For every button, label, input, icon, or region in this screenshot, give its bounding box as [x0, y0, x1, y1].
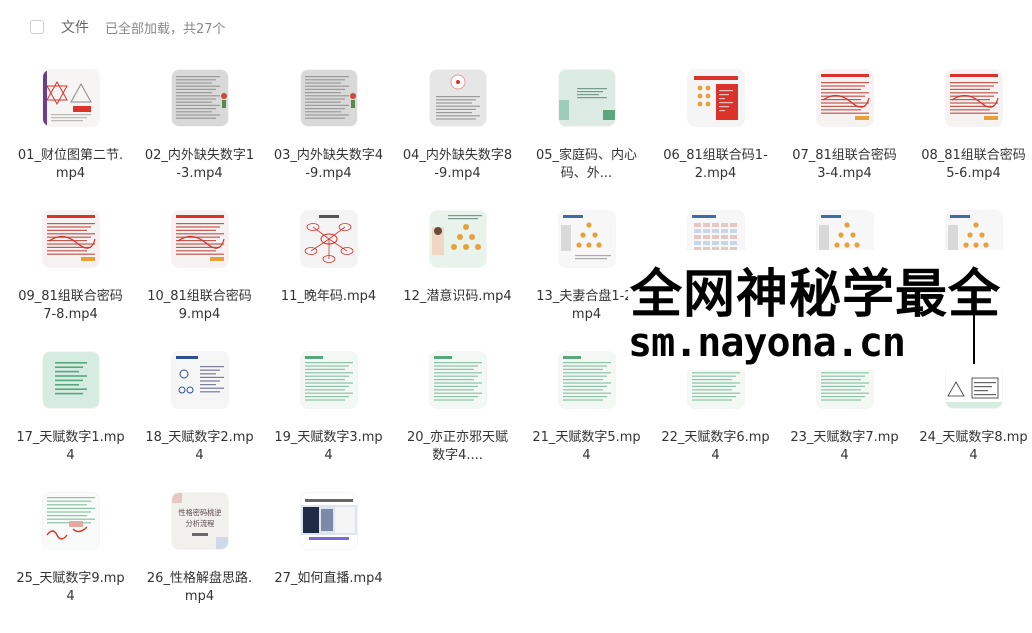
file-name[interactable]: 21_天赋数字5.mp4	[532, 429, 642, 465]
file-name[interactable]: 03_内外缺失数字4-9.mp4	[274, 147, 384, 183]
video-thumbnail[interactable]	[300, 493, 357, 549]
file-name[interactable]: 17_天赋数字1.mp4	[16, 429, 126, 465]
text-caret	[973, 312, 975, 364]
file-item[interactable]: 17_天赋数字1.mp4	[6, 344, 135, 485]
file-item[interactable]: 05_家庭码、内心码、外...	[522, 62, 651, 203]
video-thumbnail[interactable]	[558, 352, 615, 408]
file-item[interactable]: 01_财位图第二节.mp4	[6, 62, 135, 203]
video-thumbnail[interactable]	[558, 70, 615, 126]
file-name[interactable]: 18_天赋数字2.mp4	[145, 429, 255, 465]
file-item[interactable]: 02_内外缺失数字1-3.mp4	[135, 62, 264, 203]
file-item[interactable]: 08_81组联合密码5-6.mp4	[909, 62, 1032, 203]
watermark-overlay: 全网神秘学最全 sm.nayona.cn	[628, 250, 1032, 370]
video-thumbnail[interactable]	[171, 211, 228, 267]
video-thumbnail[interactable]	[42, 493, 99, 549]
file-item[interactable]: 12_潜意识码.mp4	[393, 203, 522, 344]
file-name[interactable]: 11_晚年码.mp4	[274, 288, 384, 306]
file-name[interactable]: 27_如何直播.mp4	[274, 570, 384, 588]
file-name[interactable]: 12_潜意识码.mp4	[403, 288, 513, 306]
video-thumbnail[interactable]	[816, 70, 873, 126]
select-all-checkbox[interactable]	[30, 20, 44, 34]
video-thumbnail[interactable]: 性格密码桃逆 分析流程	[171, 493, 228, 549]
file-item[interactable]: 06_81组联合码1-2.mp4	[651, 62, 780, 203]
file-list-header: 文件 已全部加载，共27个	[30, 15, 226, 39]
file-name[interactable]: 10_81组联合密码9.mp4	[145, 288, 255, 324]
video-thumbnail[interactable]	[42, 211, 99, 267]
file-name[interactable]: 20_亦正亦邪天赋数字4....	[403, 429, 513, 465]
file-name[interactable]: 06_81组联合码1-2.mp4	[661, 147, 771, 183]
file-name[interactable]: 19_天赋数字3.mp4	[274, 429, 384, 465]
file-item[interactable]: 19_天赋数字3.mp4	[264, 344, 393, 485]
video-thumbnail[interactable]	[429, 70, 486, 126]
svg-text:分析流程: 分析流程	[185, 519, 214, 528]
load-status: 已全部加载，共27个	[105, 21, 226, 37]
video-thumbnail[interactable]	[171, 70, 228, 126]
file-name[interactable]: 25_天赋数字9.mp4	[16, 570, 126, 606]
file-item[interactable]: 11_晚年码.mp4	[264, 203, 393, 344]
file-name[interactable]: 26_性格解盘思路.mp4	[145, 570, 255, 606]
file-item[interactable]: 03_内外缺失数字4-9.mp4	[264, 62, 393, 203]
file-name[interactable]: 07_81组联合密码3-4.mp4	[790, 147, 900, 183]
watermark-line1: 全网神秘学最全	[630, 265, 1002, 325]
video-thumbnail[interactable]	[687, 70, 744, 126]
video-thumbnail[interactable]	[429, 211, 486, 267]
file-name[interactable]: 24_天赋数字8.mp4	[919, 429, 1029, 465]
file-name[interactable]: 23_天赋数字7.mp4	[790, 429, 900, 465]
files-label: 文件	[61, 20, 89, 36]
video-thumbnail[interactable]	[300, 352, 357, 408]
file-name[interactable]: 04_内外缺失数字8-9.mp4	[403, 147, 513, 183]
file-item[interactable]: 09_81组联合密码7-8.mp4	[6, 203, 135, 344]
file-item[interactable]: 20_亦正亦邪天赋数字4....	[393, 344, 522, 485]
file-item[interactable]: 18_天赋数字2.mp4	[135, 344, 264, 485]
file-name[interactable]: 13_夫妻合盘1-2.mp4	[532, 288, 642, 324]
file-name[interactable]: 22_天赋数字6.mp4	[661, 429, 771, 465]
file-item[interactable]: 07_81组联合密码3-4.mp4	[780, 62, 909, 203]
svg-text:性格密码桃逆: 性格密码桃逆	[178, 508, 221, 517]
video-thumbnail[interactable]	[429, 352, 486, 408]
file-item[interactable]: 27_如何直播.mp4	[264, 485, 393, 626]
watermark-line2: sm.nayona.cn	[628, 320, 906, 366]
file-name[interactable]: 05_家庭码、内心码、外...	[532, 147, 642, 183]
video-thumbnail[interactable]	[945, 70, 1002, 126]
video-thumbnail[interactable]	[300, 70, 357, 126]
file-name[interactable]: 09_81组联合密码7-8.mp4	[16, 288, 126, 324]
file-name[interactable]: 08_81组联合密码5-6.mp4	[919, 147, 1029, 183]
file-name[interactable]: 02_内外缺失数字1-3.mp4	[145, 147, 255, 183]
video-thumbnail[interactable]	[42, 70, 99, 126]
video-thumbnail[interactable]	[171, 352, 228, 408]
file-item[interactable]: 04_内外缺失数字8-9.mp4	[393, 62, 522, 203]
file-item[interactable]: 10_81组联合密码9.mp4	[135, 203, 264, 344]
file-item[interactable]: 25_天赋数字9.mp4	[6, 485, 135, 626]
file-name[interactable]: 01_财位图第二节.mp4	[16, 147, 126, 183]
video-thumbnail[interactable]	[300, 211, 357, 267]
video-thumbnail[interactable]	[42, 352, 99, 408]
file-item[interactable]: 性格密码桃逆 分析流程 26_性格解盘思路.mp4	[135, 485, 264, 626]
video-thumbnail[interactable]	[558, 211, 615, 267]
